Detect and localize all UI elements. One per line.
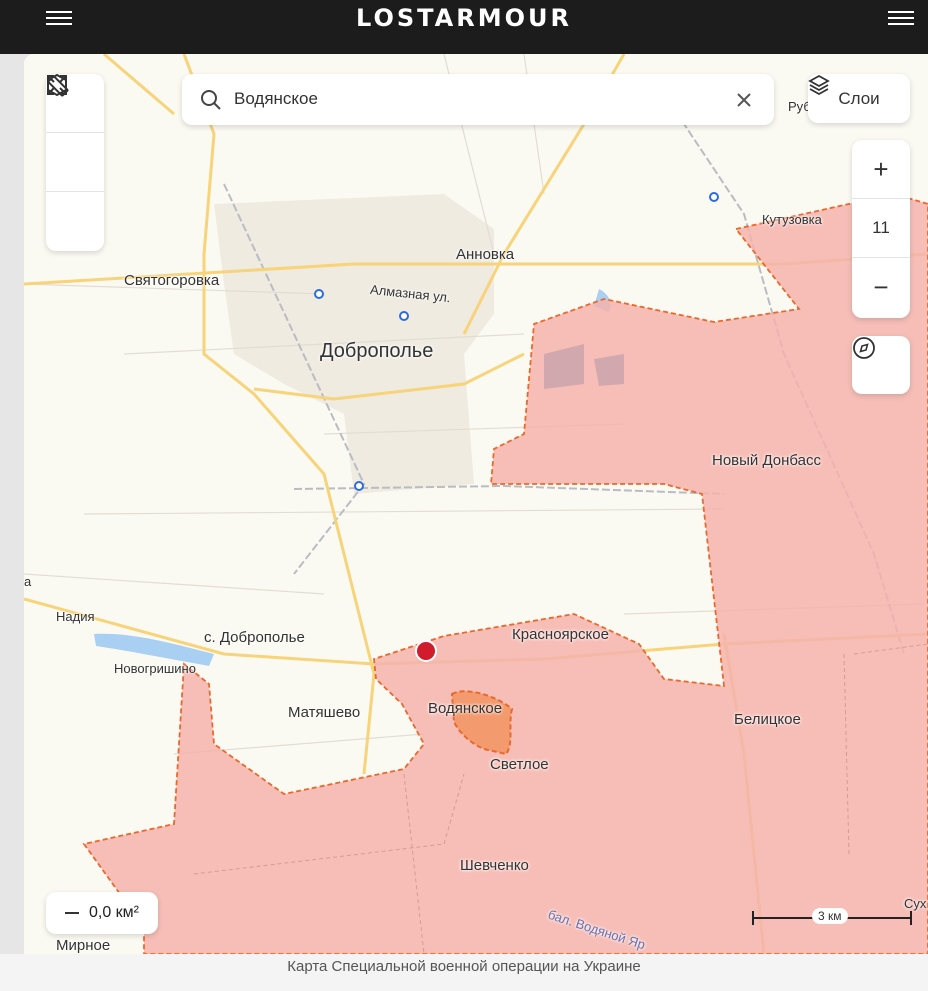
map-toolbar bbox=[46, 74, 104, 251]
layers-label: Слои bbox=[838, 88, 880, 108]
label-belitskoe: Белицкое bbox=[734, 711, 801, 728]
polygon-button[interactable] bbox=[46, 74, 104, 251]
hexagon-icon bbox=[47, 74, 67, 96]
label-shevchenko: Шевченко bbox=[460, 857, 529, 874]
layers-icon bbox=[808, 74, 830, 96]
layers-button[interactable]: Слои bbox=[808, 74, 910, 123]
label-edge-a: а bbox=[24, 574, 32, 589]
scale-bar: 3 км bbox=[752, 906, 912, 930]
map-canvas[interactable]: Доброполье Святогоровка Анновка Алмазная… bbox=[24, 54, 928, 954]
occupied-territory bbox=[82, 193, 928, 954]
zoom-level: 11 bbox=[852, 199, 910, 258]
footer: Карта Специальной военной операции на Ук… bbox=[0, 954, 928, 991]
label-dobropolye: Доброполье bbox=[320, 340, 434, 362]
search-box bbox=[182, 74, 774, 125]
label-mirnoe: Мирное bbox=[56, 937, 111, 954]
search-input[interactable] bbox=[234, 86, 714, 112]
label-kutuzovka: Кутузовка bbox=[762, 212, 822, 227]
label-svyatogorovka: Святогоровка bbox=[124, 272, 220, 289]
zoom-out-button[interactable]: − bbox=[852, 258, 910, 317]
minus-icon bbox=[64, 912, 79, 914]
label-novogrishino: Новогришино bbox=[114, 661, 196, 676]
footer-caption: Карта Специальной военной операции на Ук… bbox=[287, 958, 641, 975]
location-marker bbox=[415, 640, 437, 662]
zoom-control: + 11 − bbox=[852, 140, 910, 318]
map-layer bbox=[24, 54, 928, 954]
hamburger-icon[interactable] bbox=[888, 7, 914, 29]
label-vodyanskoe: Водянское bbox=[428, 700, 503, 717]
label-annovka: Анновка bbox=[456, 246, 515, 263]
label-matyashevo: Матяшево bbox=[288, 704, 361, 721]
area-measure[interactable]: 0,0 км² bbox=[46, 892, 158, 934]
site-logo[interactable]: LOSTARMOUR bbox=[0, 4, 928, 32]
label-krasnoyarskoe: Красноярское bbox=[512, 626, 609, 643]
label-nadiya: Надия bbox=[56, 609, 95, 624]
label-svetloe: Светлое bbox=[490, 756, 549, 773]
search-icon bbox=[201, 90, 221, 110]
close-icon[interactable] bbox=[737, 93, 751, 107]
top-bar: LOSTARMOUR bbox=[0, 0, 928, 54]
label-novy-donbass: Новый Донбасс bbox=[712, 452, 822, 469]
ruler-button[interactable] bbox=[46, 75, 104, 192]
scale-label: 3 км bbox=[812, 908, 848, 924]
zoom-in-button[interactable]: + bbox=[852, 140, 910, 199]
map-container: Доброполье Святогоровка Анновка Алмазная… bbox=[0, 54, 928, 954]
compass-icon bbox=[853, 337, 875, 359]
compass-button[interactable] bbox=[852, 336, 910, 394]
area-value: 0,0 км² bbox=[88, 904, 139, 921]
label-s-dobropolye: с. Доброполье bbox=[204, 629, 305, 646]
